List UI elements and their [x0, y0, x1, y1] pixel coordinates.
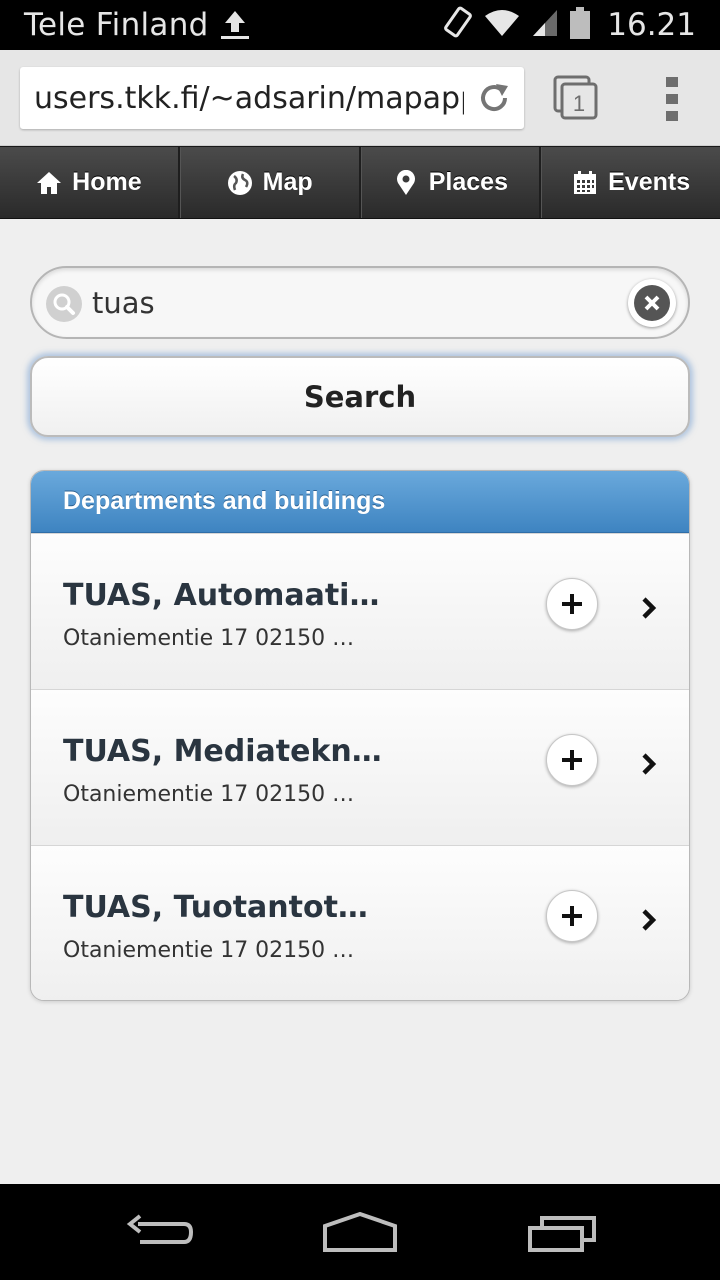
nav-places[interactable]: Places [360, 147, 542, 218]
tabs-button[interactable]: 1 [553, 75, 599, 121]
tab-count: 1 [573, 91, 585, 116]
search-input[interactable] [92, 282, 612, 324]
nav-map[interactable]: Map [179, 147, 361, 218]
item-address: Otaniementie 17 02150 … [63, 782, 355, 807]
status-bar: Tele Finland 16.21 [0, 0, 720, 50]
url-text[interactable]: users.tkk.fi/~adsarin/mapapp/ [34, 81, 464, 116]
list-item[interactable]: TUAS, Automaati… Otaniementie 17 02150 … [31, 533, 689, 689]
close-icon [634, 285, 670, 321]
page-content: Search Departments and buildings TUAS, A… [0, 219, 720, 1184]
item-title: TUAS, Tuotantot… [63, 890, 368, 925]
search-field[interactable] [30, 266, 690, 339]
item-address: Otaniementie 17 02150 … [63, 938, 355, 963]
results-list: Departments and buildings TUAS, Automaat… [30, 470, 690, 1001]
list-item[interactable]: TUAS, Tuotantot… Otaniementie 17 02150 … [31, 845, 689, 1000]
nav-places-label: Places [428, 168, 508, 196]
wifi-icon [483, 8, 521, 43]
location-pin-icon [393, 169, 419, 196]
calendar-icon [572, 170, 598, 196]
nav-home[interactable]: Home [0, 147, 180, 218]
recent-apps-icon[interactable] [526, 1212, 598, 1254]
clear-search-button[interactable] [628, 279, 676, 327]
search-icon [46, 286, 82, 322]
nav-events-label: Events [608, 168, 691, 196]
reload-icon[interactable] [476, 80, 512, 116]
add-button[interactable] [546, 578, 598, 630]
list-item[interactable]: TUAS, Mediatekn… Otaniementie 17 02150 … [31, 689, 689, 845]
item-title: TUAS, Automaati… [63, 578, 380, 613]
nav-map-label: Map [262, 168, 313, 196]
back-icon[interactable] [124, 1212, 196, 1254]
search-button[interactable]: Search [30, 356, 690, 437]
system-nav-bar [0, 1184, 720, 1280]
rotation-icon [443, 6, 473, 45]
signal-icon [531, 8, 559, 43]
globe-icon [227, 170, 253, 196]
results-header: Departments and buildings [31, 471, 689, 533]
browser-toolbar: users.tkk.fi/~adsarin/mapapp/ 1 [0, 50, 720, 146]
address-bar[interactable]: users.tkk.fi/~adsarin/mapapp/ [20, 67, 524, 129]
carrier-name: Tele Finland [24, 7, 209, 43]
plus-icon [562, 750, 582, 770]
plus-icon [562, 594, 582, 614]
add-button[interactable] [546, 734, 598, 786]
nav-home-label: Home [72, 168, 142, 196]
home-icon [36, 170, 62, 196]
item-title: TUAS, Mediatekn… [63, 734, 382, 769]
add-button[interactable] [546, 890, 598, 942]
upload-icon [219, 8, 251, 42]
plus-icon [562, 906, 582, 926]
nav-events[interactable]: Events [541, 147, 720, 218]
app-navbar: Home Map Places Events [0, 146, 720, 219]
battery-icon [569, 6, 591, 45]
clock: 16.21 [607, 7, 696, 43]
chevron-right-icon[interactable] [637, 593, 661, 623]
overflow-menu-icon[interactable] [664, 77, 680, 121]
home-button-icon[interactable] [322, 1211, 398, 1254]
item-address: Otaniementie 17 02150 … [63, 626, 355, 651]
chevron-right-icon[interactable] [637, 749, 661, 779]
chevron-right-icon[interactable] [637, 905, 661, 935]
